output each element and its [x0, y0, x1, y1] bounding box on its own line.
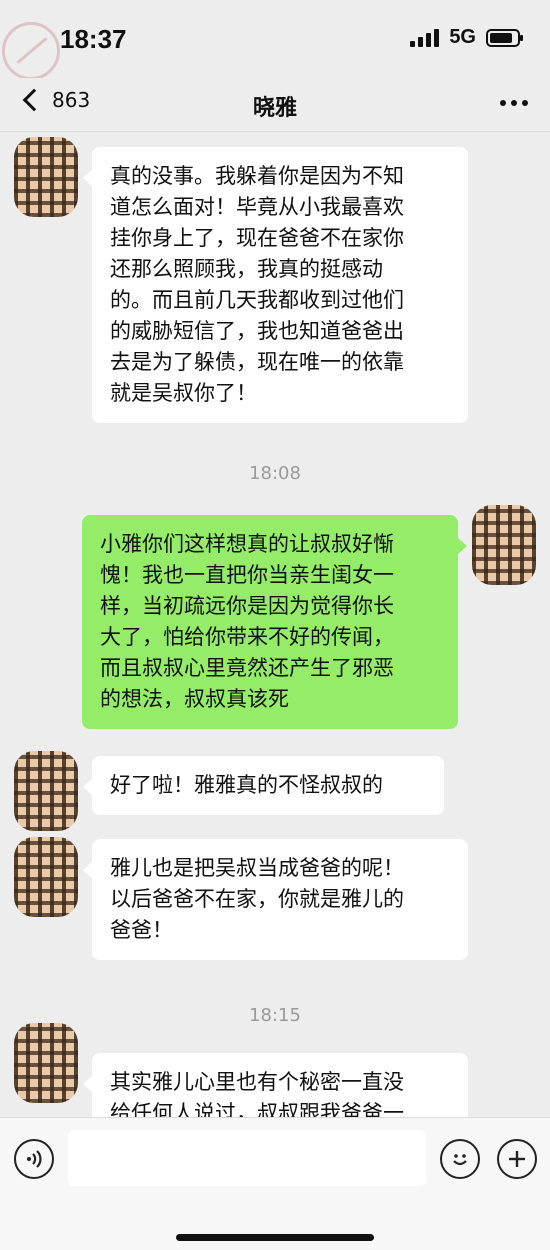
outgoing-message[interactable]: 小雅你们这样想真的让叔叔好惭 愧！我也一直把你当亲生闺女一 样，当初疏远你是因为…: [82, 515, 467, 729]
incoming-message[interactable]: 雅儿也是把吴叔当成爸爸的呢！ 以后爸爸不在家，你就是雅儿的 爸爸！: [83, 839, 468, 960]
home-indicator[interactable]: [176, 1234, 374, 1241]
status-bar: 18:37 5G: [0, 0, 550, 80]
ellipsis-dot: [511, 100, 517, 106]
voice-input-button[interactable]: [14, 1139, 54, 1179]
emoji-button[interactable]: [440, 1139, 480, 1179]
watermark-logo: [2, 22, 60, 80]
message-timestamp: 18:08: [249, 463, 301, 484]
incoming-message[interactable]: 真的没事。我躲着你是因为不知 道怎么面对！毕竟从小我最喜欢 挂你身上了，现在爸爸…: [83, 147, 468, 423]
input-bar: [0, 1117, 550, 1250]
more-options-button[interactable]: [500, 100, 528, 106]
incoming-message[interactable]: 好了啦！雅雅真的不怪叔叔的: [83, 756, 444, 815]
ellipsis-dot: [522, 100, 528, 106]
contact-avatar[interactable]: [14, 751, 78, 831]
emoji-smile-icon: [453, 1154, 467, 1166]
signal-bars-icon: [410, 28, 440, 47]
incoming-message[interactable]: 其实雅儿心里也有个秘密一直没 给任何人说过，叔叔跟我爸爸一: [83, 1053, 468, 1117]
more-functions-button[interactable]: [497, 1139, 537, 1179]
chat-header: 863 晓雅: [0, 78, 550, 132]
network-type: 5G: [449, 26, 476, 48]
status-time: 18:37: [60, 24, 127, 54]
voice-icon: [27, 1150, 42, 1168]
battery-icon: [486, 28, 523, 47]
contact-avatar[interactable]: [14, 137, 78, 217]
message-timestamp: 18:15: [249, 1005, 301, 1026]
message-input[interactable]: [68, 1130, 426, 1186]
contact-avatar[interactable]: [14, 837, 78, 917]
chat-title: 晓雅: [252, 96, 297, 121]
battery-level: [490, 32, 513, 43]
self-avatar[interactable]: [472, 505, 536, 585]
ellipsis-icon: [500, 100, 506, 106]
contact-avatar[interactable]: [14, 1023, 78, 1103]
plus-icon: [509, 1151, 525, 1167]
message-list[interactable]: 真的没事。我躲着你是因为不知 道怎么面对！毕竟从小我最喜欢 挂你身上了，现在爸爸…: [0, 133, 550, 1117]
status-indicators: 5G: [410, 26, 523, 49]
